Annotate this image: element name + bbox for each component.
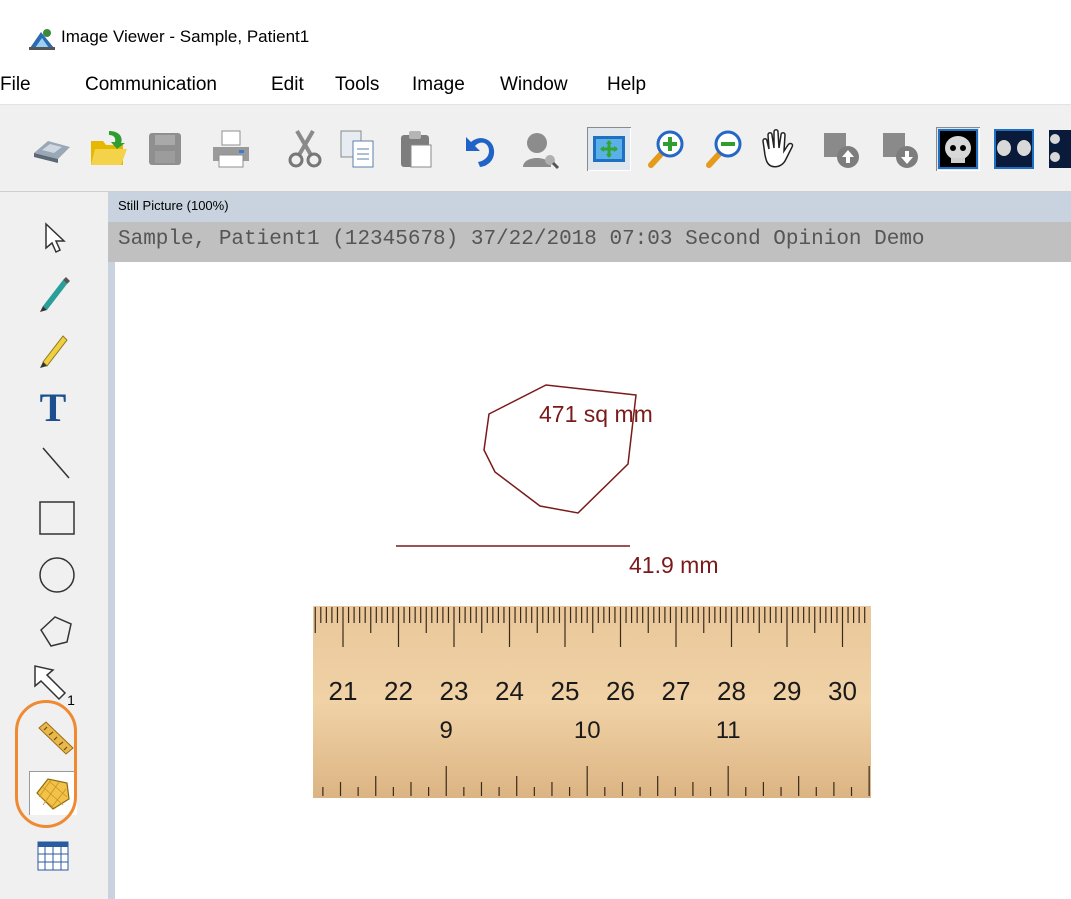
ruler-icon: [38, 721, 74, 755]
ellipse-tool[interactable]: [29, 553, 77, 597]
image-canvas[interactable]: [115, 262, 1071, 899]
paste-button[interactable]: [394, 127, 438, 171]
print-icon: [213, 130, 249, 168]
polygon-tool[interactable]: [29, 608, 77, 652]
rectangle-icon: [39, 501, 75, 535]
arrow-icon: 1: [34, 665, 75, 706]
scanner-icon: [34, 141, 70, 163]
highlighter-icon: [40, 335, 68, 368]
zoom-in-icon: [648, 130, 684, 168]
pan-hand-icon: [762, 129, 794, 168]
menu-tools[interactable]: Tools: [335, 74, 379, 96]
menu-help[interactable]: Help: [607, 74, 646, 96]
menu-edit[interactable]: Edit: [271, 74, 304, 96]
title-bar: Image Viewer - Sample, Patient1: [0, 0, 1071, 64]
text-tool[interactable]: T: [29, 383, 77, 427]
menu-window[interactable]: Window: [500, 74, 568, 96]
fit-window-icon: [593, 136, 625, 162]
copy-icon: [340, 130, 374, 168]
pan-button[interactable]: [755, 127, 799, 171]
image-viewer-icon: [29, 29, 55, 50]
text-icon: T: [40, 385, 67, 427]
menu-image[interactable]: Image: [412, 74, 465, 96]
ruler-tool[interactable]: [29, 716, 77, 760]
zoom-out-button[interactable]: [701, 127, 745, 171]
line-tool[interactable]: [29, 440, 77, 484]
dual-view-button[interactable]: [992, 127, 1036, 171]
zoom-in-button[interactable]: [643, 127, 687, 171]
select-tool[interactable]: [29, 216, 77, 260]
polygon-icon: [40, 616, 72, 647]
pen-icon: [40, 277, 70, 312]
rectangle-tool[interactable]: [29, 496, 77, 540]
single-view-button[interactable]: [936, 127, 980, 171]
paste-icon: [401, 131, 432, 168]
menu-communication[interactable]: Communication: [85, 74, 217, 96]
pen-tool[interactable]: [29, 270, 77, 314]
quad-view-icon: [1049, 130, 1071, 168]
quad-view-button[interactable]: [1046, 127, 1071, 171]
toolbar: [0, 104, 1071, 192]
line-icon: [42, 447, 70, 479]
single-view-icon: [938, 129, 978, 169]
undo-icon: [466, 137, 495, 167]
save-disabled-icon: [149, 133, 181, 165]
select-arrow-icon: [45, 222, 66, 254]
open-button[interactable]: [87, 127, 131, 171]
menu-file[interactable]: File: [0, 74, 31, 96]
scan-button[interactable]: [30, 127, 74, 171]
arrow-tool[interactable]: 1: [29, 662, 77, 706]
move-down-icon: [883, 133, 918, 168]
text-tool-glyph: T: [40, 385, 67, 427]
move-up-icon: [824, 133, 859, 168]
cut-icon: [288, 129, 322, 168]
arrow-tool-number: 1: [67, 692, 75, 706]
dual-view-icon: [994, 129, 1034, 169]
menu-bar: File Communication Edit Tools Image Wind…: [0, 64, 1071, 104]
child-window-title: Still Picture (100%): [118, 198, 229, 213]
grid-tool[interactable]: [29, 834, 77, 878]
open-folder-icon: [91, 131, 127, 165]
patient-overlay-text: Sample, Patient1 (12345678) 37/22/2018 0…: [118, 228, 925, 251]
move-up-button[interactable]: [820, 127, 864, 171]
print-button[interactable]: [209, 127, 253, 171]
zoom-out-icon: [706, 130, 742, 168]
window-title: Image Viewer - Sample, Patient1: [61, 27, 310, 46]
copy-button[interactable]: [336, 127, 380, 171]
area-measure-icon: [36, 778, 70, 810]
grid-icon: [37, 841, 69, 871]
patient-search-button[interactable]: [517, 127, 561, 171]
cut-button[interactable]: [283, 127, 327, 171]
area-measure-tool[interactable]: [29, 771, 77, 815]
save-button[interactable]: [143, 127, 187, 171]
fit-window-button[interactable]: [587, 127, 631, 171]
undo-button[interactable]: [456, 127, 500, 171]
ellipse-icon: [39, 557, 75, 593]
highlighter-tool[interactable]: [29, 326, 77, 370]
patient-search-icon: [523, 133, 560, 170]
move-down-button[interactable]: [879, 127, 923, 171]
